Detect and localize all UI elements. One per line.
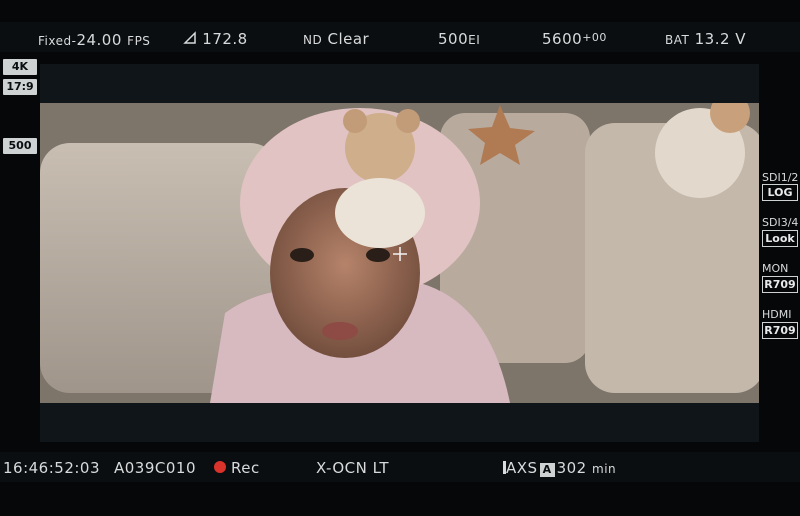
nd-readout: ND Clear xyxy=(303,30,369,48)
battery-label: BAT xyxy=(665,33,690,47)
shutter-readout: 172.8 xyxy=(183,30,248,48)
rec-label: Rec xyxy=(231,459,260,477)
wb-value: 5600 xyxy=(542,30,583,48)
output-value-sdi34: Look xyxy=(762,230,798,247)
remaining-value: 302 xyxy=(556,459,587,477)
fps-prefix: Fixed- xyxy=(38,34,77,48)
output-label-sdi34: SDI3/4 xyxy=(762,216,799,229)
fps-unit: FPS xyxy=(127,34,151,48)
camera-image xyxy=(40,103,759,403)
media-prefix: AXS xyxy=(506,459,538,477)
nd-prefix: ND xyxy=(303,33,323,47)
output-value-sdi12: LOG xyxy=(762,184,798,201)
nd-value: Clear xyxy=(327,30,370,48)
codec-label: X-OCN LT xyxy=(316,459,390,477)
output-label-sdi12: SDI1/2 xyxy=(762,171,799,184)
crosshair-icon xyxy=(393,247,407,261)
output-value-hdmi: R709 xyxy=(762,322,798,339)
white-balance-readout: 5600+00 xyxy=(542,30,607,48)
timecode: 16:46:52:03 xyxy=(3,459,101,477)
ei-badge: 500 xyxy=(3,138,37,154)
shutter-angle-icon xyxy=(183,31,196,44)
output-label-mon: MON xyxy=(762,262,789,275)
wb-tint: +00 xyxy=(582,31,607,44)
fps-readout: Fixed-24.00 FPS xyxy=(38,31,150,49)
aspect-badge: 17:9 xyxy=(3,79,37,95)
output-value-mon: R709 xyxy=(762,276,798,293)
media-readout: AXS A 302 min xyxy=(503,459,616,477)
rec-dot-icon xyxy=(214,461,226,473)
fps-value: 24.00 xyxy=(76,31,122,49)
ei-unit: EI xyxy=(468,33,481,47)
output-label-hdmi: HDMI xyxy=(762,308,792,321)
battery-value: 13.2 V xyxy=(694,30,747,48)
shutter-value: 172.8 xyxy=(202,30,248,48)
clip-name: A039C010 xyxy=(114,459,196,477)
ei-readout: 500EI xyxy=(438,30,480,48)
battery-readout: BAT 13.2 V xyxy=(665,30,746,48)
remaining-unit: min xyxy=(592,462,617,476)
ei-value: 500 xyxy=(438,30,469,48)
resolution-badge: 4K xyxy=(3,59,37,75)
media-slot-badge: A xyxy=(539,463,555,477)
